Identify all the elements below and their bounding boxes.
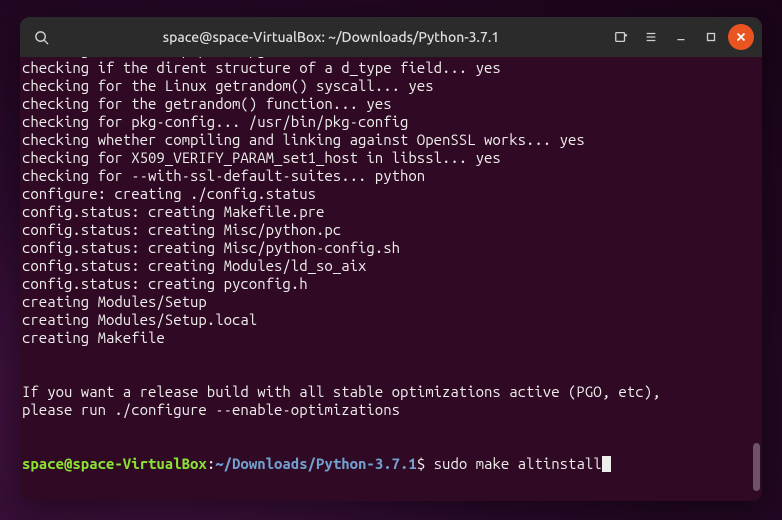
prompt-path: ~/Downloads/Python-3.7.1: [215, 455, 417, 472]
terminal-content: checking for ensurepip... upgrade checki…: [22, 57, 750, 491]
terminal-output: checking for ensurepip... upgrade checki…: [22, 57, 660, 418]
cursor: [602, 456, 611, 472]
close-button[interactable]: [728, 24, 754, 50]
titlebar: space@space-VirtualBox: ~/Downloads/Pyth…: [20, 17, 762, 57]
prompt-colon: :: [207, 455, 215, 472]
menu-icon[interactable]: [638, 24, 664, 50]
new-tab-button[interactable]: [608, 24, 634, 50]
terminal-body[interactable]: checking for ensurepip... upgrade checki…: [20, 57, 762, 501]
window-title: space@space-VirtualBox: ~/Downloads/Pyth…: [62, 29, 600, 45]
prompt-dollar: $: [417, 455, 434, 472]
maximize-button[interactable]: [698, 24, 724, 50]
command-input: sudo make altinstall: [434, 455, 602, 472]
prompt-user: space@space-VirtualBox: [22, 455, 207, 472]
terminal-window: space@space-VirtualBox: ~/Downloads/Pyth…: [20, 17, 762, 501]
search-icon[interactable]: [28, 24, 54, 50]
minimize-button[interactable]: [668, 24, 694, 50]
scrollbar-thumb[interactable]: [753, 443, 760, 491]
